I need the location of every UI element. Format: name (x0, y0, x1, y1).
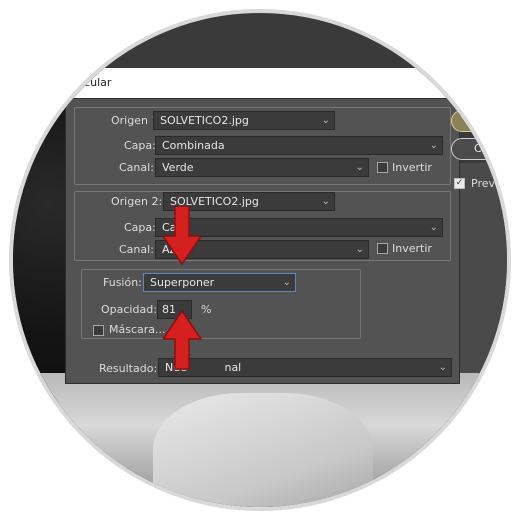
source2-layer-label: Capa: (124, 221, 156, 234)
chevron-down-icon: ⌄ (282, 277, 291, 288)
source2-channel-label: Canal: (119, 243, 154, 256)
source1-invert-label: Invertir (392, 161, 432, 174)
fusion-select[interactable]: Superponer ⌄ (143, 273, 296, 292)
chevron-down-icon: ⌄ (355, 244, 364, 255)
chevron-down-icon: ⌄ (321, 196, 330, 207)
dialog-titlebar: lcular (13, 68, 507, 98)
background-photo-right (453, 163, 507, 393)
ok-button[interactable] (451, 110, 507, 132)
chevron-down-icon: ⌄ (429, 140, 438, 151)
cancel-button[interactable]: Ca (451, 138, 507, 160)
source1-layer-select[interactable]: Combinada ⌄ (155, 136, 443, 155)
fusion-value: Superponer (150, 276, 215, 289)
calculations-dialog: Origen 1: SOLVETICO2.jpg ⌄ Capa: Combina… (65, 98, 460, 384)
preview-checkbox[interactable]: ✓ (454, 178, 465, 189)
source1-origin-select[interactable]: SOLVETICO2.jpg ⌄ (153, 111, 335, 130)
red-arrow-icon (163, 309, 203, 370)
source2-invert-label: Invertir (392, 242, 432, 255)
background-photo-shirt (153, 393, 373, 507)
source2-invert-checkbox[interactable] (377, 243, 388, 254)
mask-checkbox[interactable] (93, 325, 104, 336)
source2-origin-label: Origen 2: (111, 195, 163, 208)
result-value-tail: nal (224, 361, 242, 374)
chevron-down-icon: ⌄ (355, 162, 364, 173)
chevron-down-icon: ⌄ (321, 115, 330, 126)
source1-origin-value: SOLVETICO2.jpg (160, 114, 249, 127)
red-arrow-icon (163, 206, 203, 266)
source1-invert-checkbox[interactable] (377, 162, 388, 173)
fusion-label: Fusión: (103, 276, 142, 289)
cancel-button-label: Ca (474, 142, 489, 155)
chevron-down-icon: ⌄ (429, 222, 438, 233)
chevron-down-icon: ⌄ (438, 362, 447, 373)
source1-channel-label: Canal: (119, 161, 154, 174)
screenshot-circle-frame: lcular Origen 1: SOLVETICO2.jpg ⌄ Capa: … (9, 9, 511, 511)
dialog-title: lcular (81, 76, 112, 89)
source1-layer-value: Combinada (162, 139, 225, 152)
preview-label: Previsu (471, 177, 511, 190)
source1-layer-label: Capa: (124, 139, 156, 152)
source1-channel-value: Verde (162, 161, 194, 174)
mask-label[interactable]: Máscara... (109, 323, 166, 336)
opacity-label: Opacidad: (101, 303, 157, 316)
source1-channel-select[interactable]: Verde ⌄ (155, 158, 369, 177)
result-label: Resultado: (99, 362, 158, 375)
